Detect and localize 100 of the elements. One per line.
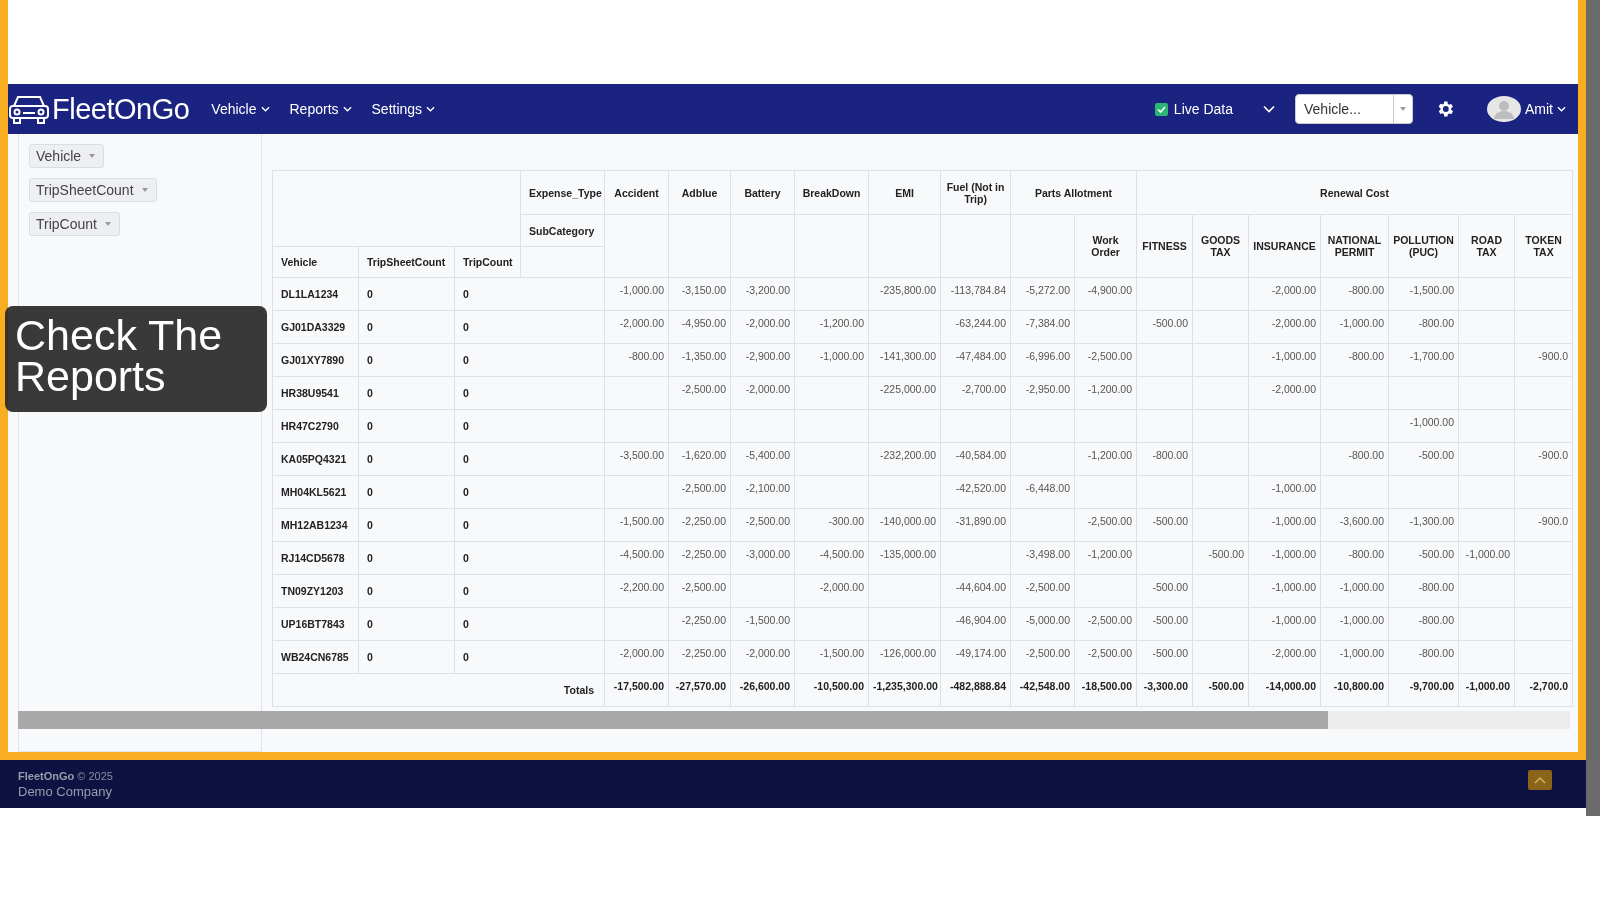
horizontal-scrollbar[interactable] bbox=[18, 711, 1570, 729]
table-cell: -800.00 bbox=[1388, 607, 1459, 641]
brand-logo[interactable]: FleetOnGo bbox=[52, 92, 190, 126]
table-cell: -3,200.00 bbox=[730, 277, 795, 311]
user-menu[interactable]: Amit bbox=[1487, 96, 1566, 122]
table-cell: 0 bbox=[454, 508, 605, 542]
column-header: POLLUTION (PUC) bbox=[1388, 214, 1459, 278]
column-header: EMI bbox=[868, 170, 941, 215]
table-cell: -1,000.00 bbox=[1320, 640, 1389, 674]
table-cell: -44,604.00 bbox=[940, 574, 1011, 608]
table-cell: 0 bbox=[358, 541, 455, 575]
column-header: BreakDown bbox=[794, 170, 869, 215]
table-cell: -1,000.00 bbox=[1320, 607, 1389, 641]
table-cell: -63,244.00 bbox=[940, 310, 1011, 344]
caret-icon bbox=[89, 154, 96, 158]
pivot-field-chip[interactable]: TripCount bbox=[29, 212, 120, 236]
table-cell: -500.00 bbox=[1388, 541, 1459, 575]
table-cell: -42,520.00 bbox=[940, 475, 1011, 509]
scroll-to-top-button[interactable] bbox=[1528, 770, 1552, 790]
table-cell: -800.00 bbox=[1320, 541, 1389, 575]
chevron-down-icon[interactable] bbox=[1263, 105, 1275, 113]
table-cell: -2,000.00 bbox=[604, 310, 669, 344]
table-cell: -232,200.00 bbox=[868, 442, 941, 476]
table-cell: -500.00 bbox=[1136, 574, 1193, 608]
chevron-down-icon bbox=[426, 106, 436, 112]
table-cell: TN09ZY1203 bbox=[272, 574, 359, 608]
table-cell: -3,150.00 bbox=[668, 277, 731, 311]
table-cell: -10,500.00 bbox=[794, 673, 869, 707]
table-cell: -2,700.0 bbox=[1514, 673, 1573, 707]
table-cell: 0 bbox=[454, 574, 605, 608]
table-cell: -1,500.00 bbox=[1388, 277, 1459, 311]
column-header: Fuel (Not in Trip) bbox=[940, 170, 1011, 215]
table-cell: 0 bbox=[358, 442, 455, 476]
table-cell: 0 bbox=[454, 376, 605, 410]
table-cell: -1,000.00 bbox=[1248, 508, 1321, 542]
column-header: Work Order bbox=[1074, 214, 1137, 278]
table-cell: -800.00 bbox=[604, 343, 669, 377]
column-header: ROAD TAX bbox=[1458, 214, 1515, 278]
table-cell: UP16BT7843 bbox=[272, 607, 359, 641]
table-cell: -141,300.00 bbox=[868, 343, 941, 377]
table-cell: -5,000.00 bbox=[1010, 607, 1075, 641]
table-cell: -40,584.00 bbox=[940, 442, 1011, 476]
table-cell: -2,250.00 bbox=[668, 640, 731, 674]
pivot-field-chip[interactable]: Vehicle bbox=[29, 144, 105, 168]
pivot-field-chip[interactable]: TripSheetCount bbox=[29, 178, 157, 202]
column-header: NATIONAL PERMIT bbox=[1320, 214, 1389, 278]
table-cell: -500.00 bbox=[1136, 310, 1193, 344]
column-header: Battery bbox=[730, 170, 795, 215]
table-cell: -2,000.00 bbox=[1248, 640, 1321, 674]
column-header: Expense_Type bbox=[520, 170, 605, 215]
table-cell: -3,000.00 bbox=[730, 541, 795, 575]
table-cell: -2,000.00 bbox=[604, 640, 669, 674]
table-cell: -46,904.00 bbox=[940, 607, 1011, 641]
table-cell: -1,500.00 bbox=[730, 607, 795, 641]
table-cell: 0 bbox=[358, 277, 455, 311]
table-cell: MH12AB1234 bbox=[272, 508, 359, 542]
table-cell: -2,250.00 bbox=[668, 508, 731, 542]
table-cell: -1,000.00 bbox=[1248, 607, 1321, 641]
nav-menu-item[interactable]: Vehicle bbox=[211, 101, 270, 117]
column-header: Vehicle bbox=[272, 246, 359, 278]
avatar-icon bbox=[1487, 96, 1521, 122]
table-cell: -1,000.00 bbox=[1458, 541, 1515, 575]
table-cell: -1,700.00 bbox=[1388, 343, 1459, 377]
table-cell: GJ01DA3329 bbox=[272, 310, 359, 344]
table-cell: -482,888.84 bbox=[940, 673, 1011, 707]
table-cell: -1,000.00 bbox=[1248, 541, 1321, 575]
page-scrollbar[interactable] bbox=[1586, 0, 1600, 816]
table-cell: -2,000.00 bbox=[1248, 376, 1321, 410]
table-cell: -2,500.00 bbox=[668, 376, 731, 410]
table-cell: -235,800.00 bbox=[868, 277, 941, 311]
table-cell: 0 bbox=[454, 343, 605, 377]
table-cell: -1,000.00 bbox=[1320, 574, 1389, 608]
table-cell: -800.00 bbox=[1388, 640, 1459, 674]
caret-icon bbox=[1400, 107, 1406, 111]
copyright-text: FleetOnGo © 2025 bbox=[18, 769, 113, 782]
table-cell: -800.00 bbox=[1388, 310, 1459, 344]
table-cell: 0 bbox=[454, 442, 605, 476]
table-cell: -1,200.00 bbox=[1074, 442, 1137, 476]
live-data-checkbox[interactable]: Live Data bbox=[1154, 101, 1233, 117]
table-cell: -500.00 bbox=[1192, 541, 1249, 575]
table-cell: -1,000.00 bbox=[1320, 310, 1389, 344]
vehicle-select[interactable]: Vehicle... bbox=[1295, 94, 1413, 124]
table-cell: -7,384.00 bbox=[1010, 310, 1075, 344]
column-header: TripSheetCount bbox=[358, 246, 455, 278]
nav-menu-item[interactable]: Settings bbox=[371, 101, 436, 117]
table-cell: 0 bbox=[358, 475, 455, 509]
table-cell: -225,000.00 bbox=[868, 376, 941, 410]
table-cell: DL1LA1234 bbox=[272, 277, 359, 311]
table-cell: -2,000.00 bbox=[730, 310, 795, 344]
table-cell: -126,000.00 bbox=[868, 640, 941, 674]
table-cell: -1,300.00 bbox=[1388, 508, 1459, 542]
table-cell: -135,000.00 bbox=[868, 541, 941, 575]
nav-menu-item[interactable]: Reports bbox=[289, 101, 352, 117]
table-cell: HR38U9541 bbox=[272, 376, 359, 410]
table-cell: -500.00 bbox=[1192, 673, 1249, 707]
column-header: SubCategory bbox=[520, 214, 605, 247]
table-cell: -5,272.00 bbox=[1010, 277, 1075, 311]
table-cell: -500.00 bbox=[1388, 442, 1459, 476]
chevron-down-icon bbox=[1557, 106, 1566, 112]
table-cell: -900.0 bbox=[1514, 442, 1573, 476]
